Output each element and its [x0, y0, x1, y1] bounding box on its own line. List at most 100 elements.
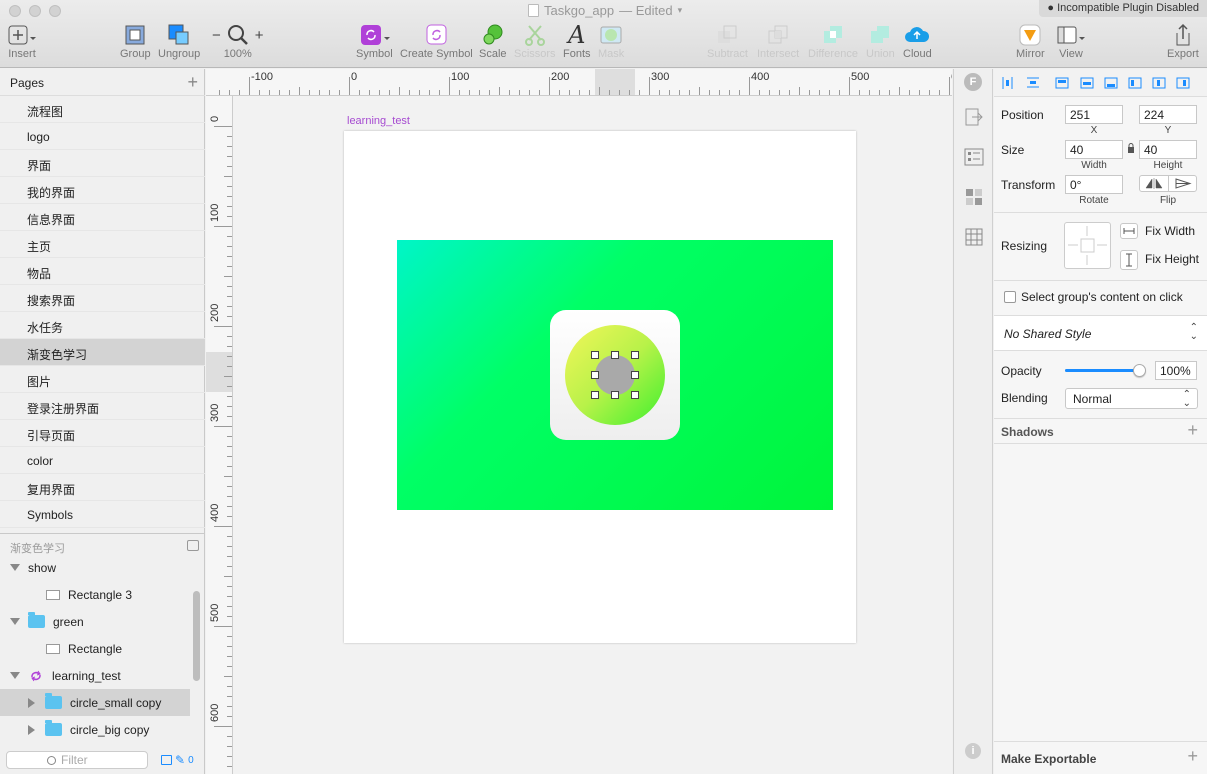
fix-width-toggle[interactable] [1120, 223, 1138, 239]
page-item[interactable]: 我的界面 [0, 177, 205, 204]
minimize-window-button[interactable] [29, 5, 41, 17]
view-button[interactable]: View [1056, 22, 1086, 60]
page-item[interactable]: 复用界面 [0, 474, 205, 501]
green-gradient-rectangle[interactable] [397, 240, 833, 510]
disclosure-triangle-icon[interactable] [10, 564, 20, 571]
add-export-button[interactable]: + [1187, 746, 1198, 767]
group-button[interactable]: Group [120, 22, 151, 60]
layer-row[interactable]: learning_test [0, 662, 190, 689]
resize-handle-e[interactable] [631, 371, 639, 379]
flip-vertical-icon[interactable] [1168, 176, 1196, 191]
mirror-button[interactable]: Mirror [1016, 22, 1045, 60]
export-arrow-icon[interactable] [964, 107, 984, 127]
page-item[interactable]: 水任务 [0, 312, 205, 339]
disclosure-triangle-icon[interactable] [28, 724, 35, 735]
layer-row[interactable]: show [0, 554, 190, 581]
plugin-icon[interactable]: F [964, 73, 982, 91]
zoom-control[interactable]: − + 100% [212, 22, 264, 60]
app-icon-rectangle[interactable] [550, 310, 680, 440]
align-center-icon[interactable] [1080, 77, 1094, 89]
page-item[interactable]: 引导页面 [0, 420, 205, 447]
height-input[interactable]: 40 [1139, 140, 1197, 159]
lock-icon[interactable] [1127, 143, 1135, 153]
opacity-slider[interactable] [1065, 364, 1146, 377]
insert-button[interactable]: Insert [8, 22, 36, 60]
fix-height-toggle[interactable] [1120, 250, 1138, 270]
align-left-icon[interactable] [1055, 77, 1069, 89]
horizontal-ruler[interactable]: -100 0 100 200 300 400 500 6 [206, 69, 952, 96]
union-button[interactable]: Union [866, 22, 895, 60]
resize-handle-se[interactable] [631, 391, 639, 399]
align-middle-icon[interactable] [1152, 77, 1166, 89]
distribute-vertical-icon[interactable] [1027, 77, 1039, 88]
x-input[interactable]: 251 [1065, 105, 1123, 124]
circle-big[interactable] [565, 325, 665, 425]
opacity-input[interactable]: 100% [1155, 361, 1197, 380]
canvas[interactable]: learning_test [233, 96, 952, 774]
page-item[interactable]: 信息界面 [0, 204, 205, 231]
disclosure-triangle-icon[interactable] [10, 672, 20, 679]
layer-row[interactable]: Rectangle [0, 635, 190, 662]
pencil-icon[interactable]: ✎ [175, 753, 185, 767]
page-item[interactable]: 界面 [0, 150, 205, 177]
distribute-horizontal-icon[interactable] [1002, 77, 1013, 89]
flip-horizontal-icon[interactable] [1140, 176, 1168, 191]
export-button[interactable]: Export [1167, 22, 1199, 60]
info-icon[interactable]: i [965, 743, 981, 759]
mask-button[interactable]: Mask [598, 22, 624, 60]
resize-handle-n[interactable] [611, 351, 619, 359]
resize-handle-s[interactable] [611, 391, 619, 399]
components-icon[interactable] [964, 187, 984, 207]
page-item[interactable]: 主页 [0, 231, 205, 258]
layer-row[interactable]: green [0, 608, 190, 635]
circle-small[interactable] [595, 355, 635, 395]
page-item[interactable]: 物品 [0, 258, 205, 285]
y-input[interactable]: 224 [1139, 105, 1197, 124]
cloud-button[interactable]: Cloud [903, 22, 932, 60]
fonts-button[interactable]: A Fonts [563, 21, 591, 60]
symbol-button[interactable]: Symbol [356, 22, 393, 60]
page-item[interactable]: 搜索界面 [0, 285, 205, 312]
zoom-out-button[interactable]: − [212, 27, 221, 44]
page-item[interactable]: Symbols [0, 501, 205, 528]
resize-handle-w[interactable] [591, 371, 599, 379]
opacity-slider-knob[interactable] [1133, 364, 1146, 377]
create-symbol-button[interactable]: Create Symbol [400, 22, 473, 60]
layer-row[interactable]: circle_big copy [0, 716, 190, 743]
align-bottom-icon[interactable] [1176, 77, 1190, 89]
grid-icon[interactable] [964, 227, 984, 247]
page-item[interactable]: 图片 [0, 366, 205, 393]
resize-handle-sw[interactable] [591, 391, 599, 399]
select-group-content-checkbox[interactable] [1004, 291, 1016, 303]
page-item[interactable]: color [0, 447, 205, 474]
page-item[interactable]: 登录注册界面 [0, 393, 205, 420]
edited-status[interactable]: — Edited [619, 3, 672, 18]
page-item[interactable]: 流程图 [0, 96, 205, 123]
resizing-widget[interactable] [1064, 222, 1111, 269]
scale-button[interactable]: Scale [479, 22, 507, 60]
layers-scrollbar[interactable] [193, 591, 200, 681]
scissors-button[interactable]: Scissors [514, 22, 556, 60]
disclosure-triangle-icon[interactable] [10, 618, 20, 625]
add-page-button[interactable]: + [187, 72, 198, 93]
resize-handle-ne[interactable] [631, 351, 639, 359]
layer-row[interactable]: circle_small copy [0, 689, 190, 716]
zoom-in-button[interactable]: + [255, 27, 264, 44]
subtract-button[interactable]: Subtract [707, 22, 748, 60]
filter-input[interactable]: Filter [6, 751, 148, 769]
resize-handle-nw[interactable] [591, 351, 599, 359]
close-window-button[interactable] [9, 5, 21, 17]
artboard[interactable] [344, 131, 856, 643]
collapse-icon[interactable] [187, 540, 199, 551]
layer-row[interactable]: Rectangle 3 [0, 581, 190, 608]
difference-button[interactable]: Difference [808, 22, 858, 60]
blending-select[interactable]: Normal ⌃ ⌄ [1065, 388, 1198, 409]
shared-style-select[interactable]: No Shared Style ⌃ ⌄ [994, 316, 1207, 351]
align-right-icon[interactable] [1104, 77, 1118, 89]
add-shadow-button[interactable]: + [1187, 420, 1198, 441]
list-icon[interactable] [964, 147, 984, 167]
page-item[interactable]: 渐变色学习 [0, 339, 205, 366]
width-input[interactable]: 40 [1065, 140, 1123, 159]
plugin-badge[interactable]: ● Incompatible Plugin Disabled [1039, 0, 1207, 17]
rotate-input[interactable]: 0° [1065, 175, 1123, 194]
